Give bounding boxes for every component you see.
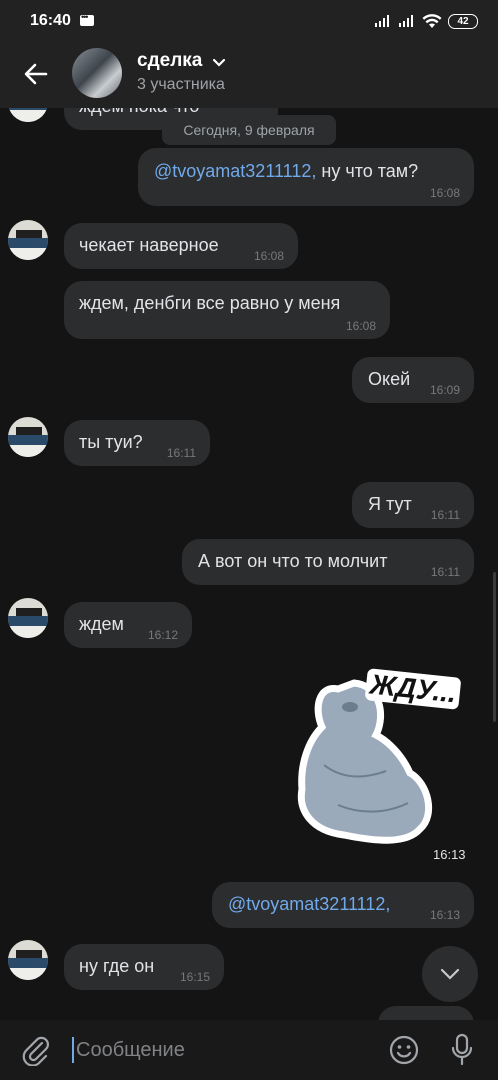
status-bar: 16:40 42 <box>0 0 498 40</box>
message-text: ты туи? <box>79 432 143 452</box>
chat-title[interactable]: сделка <box>137 50 202 72</box>
chat-avatar[interactable] <box>72 48 122 98</box>
chevron-down-icon <box>440 968 460 980</box>
message-composer <box>0 1020 498 1080</box>
sender-avatar[interactable] <box>8 940 48 980</box>
wifi-icon <box>422 13 442 28</box>
message-time: 16:11 <box>430 565 460 579</box>
message-text: ждем, денбги все равно у меня <box>79 293 341 313</box>
message-text: ну где он <box>79 956 155 976</box>
microphone-icon[interactable] <box>450 1033 474 1067</box>
message-text: чекает наверное <box>79 235 219 255</box>
scroll-down-button[interactable] <box>422 946 478 1002</box>
message-time: 16:09 <box>429 383 460 397</box>
message-input[interactable] <box>74 1033 378 1067</box>
mention-link[interactable]: @tvoyamat3211112, <box>154 161 316 181</box>
message-text: ну что там? <box>316 161 419 181</box>
message-time: 16:11 <box>166 446 196 460</box>
scrollbar[interactable] <box>493 572 496 722</box>
message-bubble-in[interactable]: ждем 16:12 <box>64 602 192 648</box>
message-time: 16:08 <box>253 249 284 263</box>
battery-icon: 42 <box>448 13 478 29</box>
message-text: А вот он что то молчит <box>198 551 388 571</box>
message-time: 16:08 <box>429 186 460 200</box>
message-text: Окей <box>368 369 411 389</box>
notification-icon <box>80 12 94 26</box>
message-time: 16:08 <box>345 319 376 333</box>
message-time: 16:11 <box>430 508 460 522</box>
message-time: 16:13 <box>433 847 466 862</box>
message-bubble-out[interactable]: @tvoyamat3211112, ну что там? 16:08 <box>138 148 474 206</box>
message-time: 16:15 <box>179 970 210 984</box>
sender-avatar[interactable] <box>8 220 48 260</box>
message-time: 16:12 <box>147 628 178 642</box>
sender-avatar[interactable] <box>8 598 48 638</box>
status-time: 16:40 <box>30 12 71 29</box>
message-bubble-out[interactable]: @tvoyamat3211112, 16:13 <box>212 882 474 928</box>
date-separator: Сегодня, 9 февраля <box>162 115 336 145</box>
attach-icon[interactable] <box>20 1034 50 1066</box>
message-bubble-in[interactable]: ты туи? 16:11 <box>64 420 210 466</box>
message-bubble-out[interactable]: Окей 16:09 <box>352 357 474 403</box>
chat-header: сделка 3 участника <box>0 40 498 108</box>
message-bubble-out[interactable]: Я тут 16:11 <box>352 482 474 528</box>
chevron-down-icon[interactable] <box>212 58 226 68</box>
status-icons: 42 <box>374 12 478 30</box>
emoji-icon[interactable] <box>388 1034 420 1066</box>
mention-link[interactable]: @tvoyamat3211112, <box>228 894 390 914</box>
message-time: 16:13 <box>429 908 460 922</box>
message-bubble-in[interactable]: ну где он 16:15 <box>64 944 224 990</box>
chat-subtitle: 3 участника <box>137 76 225 93</box>
message-bubble-in[interactable]: чекает наверное 16:08 <box>64 223 298 269</box>
sticker-message[interactable]: ЖДУ... 16:13 <box>290 655 480 865</box>
signal-icon-2 <box>399 15 413 27</box>
sender-avatar[interactable] <box>8 417 48 457</box>
back-arrow-icon[interactable] <box>22 60 50 88</box>
message-text: ждем <box>79 614 124 634</box>
signal-icon <box>375 15 389 27</box>
message-bubble-out[interactable]: А вот он что то молчит 16:11 <box>182 539 474 585</box>
message-bubble-in[interactable]: ждем, денбги все равно у меня 16:08 <box>64 281 390 339</box>
message-text: Я тут <box>368 494 412 514</box>
